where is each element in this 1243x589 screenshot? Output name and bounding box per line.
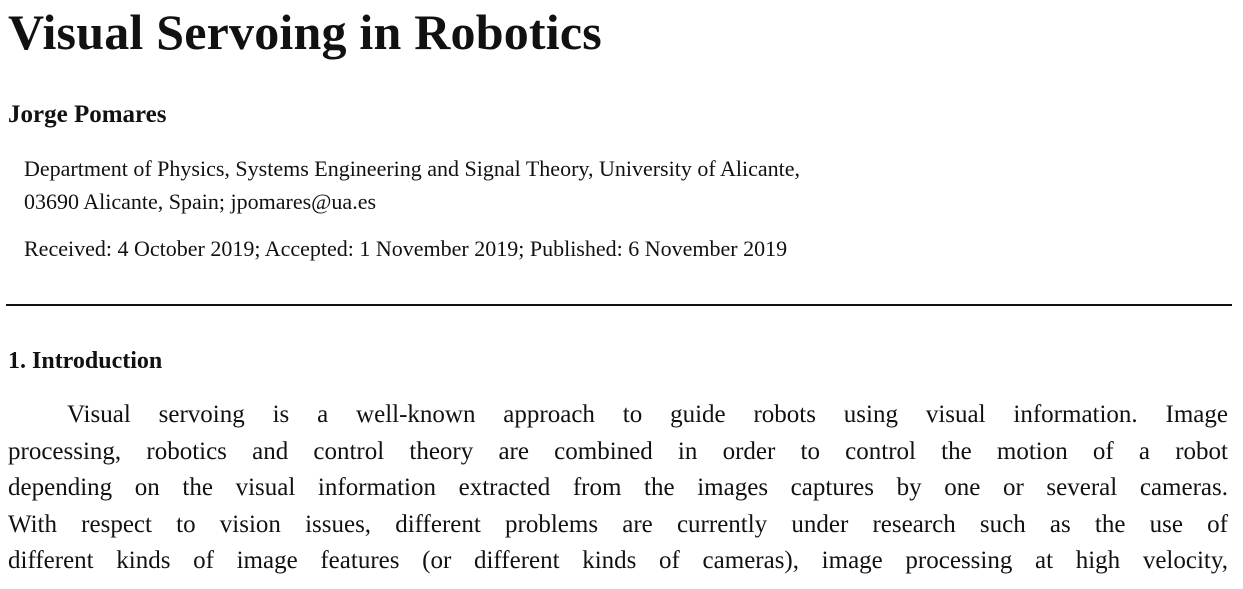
paper-page: Visual Servoing in Robotics Jorge Pomare…	[0, 0, 1243, 589]
introduction-paragraph: Visual servoing is a well-known approach…	[8, 397, 1228, 580]
horizontal-divider	[6, 304, 1232, 306]
affiliation-line: 03690 Alicante, Spain; jpomares@ua.es	[24, 189, 377, 214]
section-heading: 1. Introduction	[8, 348, 163, 374]
author-name: Jorge Pomares	[8, 101, 167, 128]
paragraph-line: different kinds of image features (or di…	[8, 547, 1228, 574]
publication-dates: Received: 4 October 2019; Accepted: 1 No…	[24, 236, 788, 261]
paragraph-line: processing, robotics and control theory …	[8, 437, 1228, 465]
affiliation: Department of Physics, Systems Engineeri…	[24, 152, 800, 218]
paragraph-line: With respect to vision issues, different…	[8, 510, 1228, 538]
paragraph-line: depending on the visual information extr…	[8, 474, 1228, 501]
paper-title: Visual Servoing in Robotics	[8, 4, 602, 60]
affiliation-line: Department of Physics, Systems Engineeri…	[24, 156, 800, 181]
paragraph-line: Visual servoing is a well-known approach…	[67, 401, 1228, 428]
